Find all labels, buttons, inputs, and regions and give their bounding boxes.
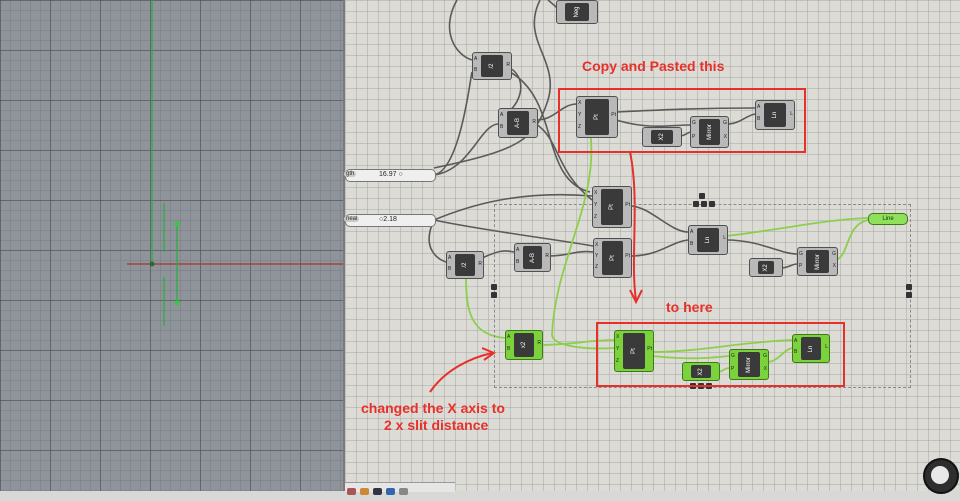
component-subtract[interactable]: AB A-B R (514, 243, 551, 272)
number-slider[interactable]: neal ○2.18 (344, 214, 436, 227)
component-label: /2 (462, 262, 468, 268)
group-handle[interactable] (693, 201, 699, 207)
wire (433, 71, 473, 176)
toolbar-icon[interactable] (360, 488, 369, 495)
toolbar-icon[interactable] (386, 488, 395, 495)
group-handle[interactable] (701, 201, 707, 207)
component-label: X2 (763, 263, 769, 272)
component-line[interactable]: AB Ln L (688, 225, 728, 255)
component-neg[interactable]: Neg (556, 0, 598, 24)
component-multiply[interactable]: X2 (749, 258, 783, 277)
annotation-to-here: to here (666, 299, 713, 315)
group-handle[interactable] (491, 284, 497, 290)
toolbar-icon[interactable] (373, 488, 382, 495)
component-label: Pt (609, 255, 616, 261)
component-construct-point[interactable]: XYZ Pt Pt (592, 186, 632, 228)
group-handle[interactable] (906, 292, 912, 298)
wire (433, 0, 551, 169)
red-arrow (429, 352, 493, 393)
toolbar-icon[interactable] (399, 488, 408, 495)
component-construct-point[interactable]: XYZ Pt Pt (593, 238, 632, 278)
wire (448, 0, 473, 61)
component-label: A-B (515, 117, 521, 129)
slider-label: gth (344, 171, 357, 177)
slider-value: ○2.18 (379, 216, 397, 223)
toolbar-icon[interactable] (347, 488, 356, 495)
group-handle[interactable] (699, 193, 705, 199)
component-mirror[interactable]: GP Mirror GX (797, 247, 838, 276)
group-handle[interactable] (709, 201, 715, 207)
component-multiply-selected[interactable]: AB x2 R (505, 330, 543, 360)
component-label: Pt (609, 204, 615, 210)
navigation-gizmo-icon[interactable] (923, 458, 959, 494)
annotation-box-target (596, 322, 845, 387)
component-label: Neg (574, 6, 580, 18)
component-label: Ln (705, 236, 711, 244)
component-divide[interactable]: AB /2 R (446, 251, 484, 279)
number-slider[interactable]: gth 16.97 ○ (344, 169, 436, 182)
component-label: A-B (529, 252, 536, 263)
annotation-changed-2: 2 x slit distance (384, 417, 489, 433)
group-handle[interactable] (906, 284, 912, 290)
annotation-changed-1: changed the X axis to (361, 400, 505, 416)
component-label: x2 (521, 341, 527, 349)
group-handle[interactable] (491, 292, 497, 298)
component-label: /2 (489, 63, 495, 69)
annotation-copy: Copy and Pasted this (582, 58, 725, 74)
line-param[interactable]: Line (868, 213, 908, 225)
slider-label: neal (344, 216, 360, 222)
component-subtract[interactable]: AB A-B R (498, 108, 538, 138)
annotation-box-source (558, 88, 806, 153)
component-label: Mirror (814, 253, 821, 270)
slider-value: 16.97 ○ (379, 171, 403, 178)
component-divide[interactable]: AB /2 R (472, 52, 512, 80)
wire (433, 123, 499, 176)
